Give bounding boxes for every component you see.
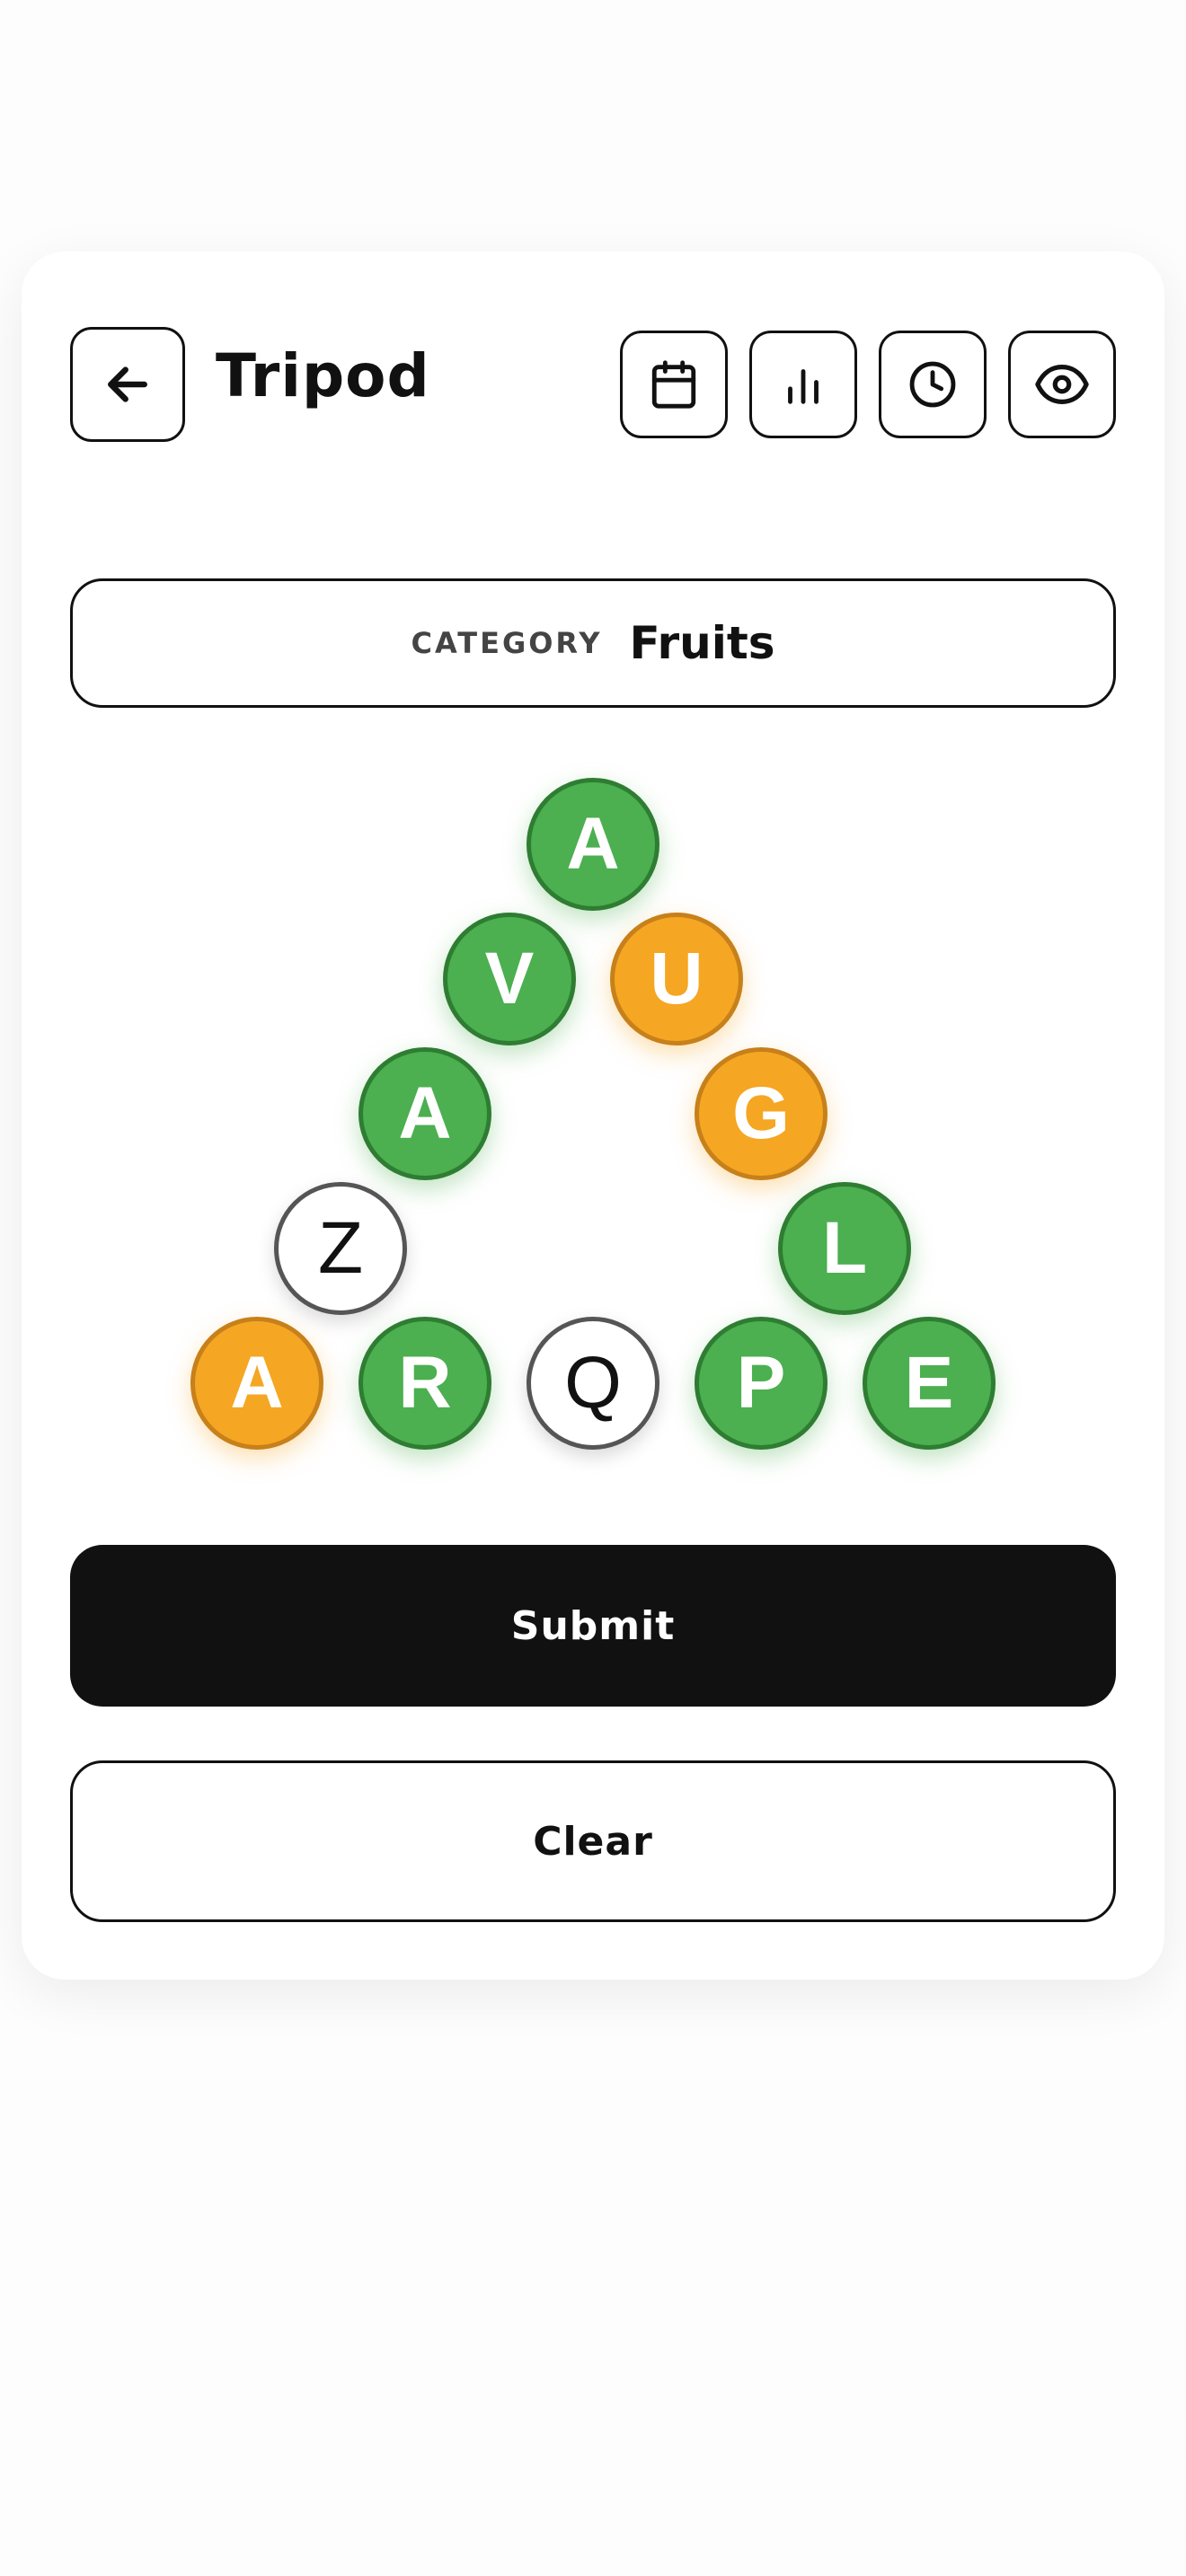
- game-card: Tripod CATEGORY Fruits A V U A G Z L A R…: [22, 251, 1164, 1980]
- letter-tile[interactable]: P: [695, 1317, 828, 1450]
- back-button[interactable]: [70, 327, 185, 442]
- category-label: CATEGORY: [411, 626, 603, 660]
- calendar-icon: [651, 360, 696, 409]
- history-button[interactable]: [879, 331, 987, 438]
- page-title: Tripod: [216, 341, 430, 410]
- clear-button[interactable]: Clear: [70, 1760, 1116, 1922]
- category-value: Fruits: [629, 617, 775, 669]
- eye-icon: [1035, 365, 1089, 404]
- stats-icon: [788, 369, 819, 404]
- letter-tile[interactable]: A: [358, 1047, 491, 1180]
- letter-tile[interactable]: G: [695, 1047, 828, 1180]
- calendar-button[interactable]: [620, 331, 728, 438]
- back-arrow-icon: [108, 366, 147, 402]
- letter-tile[interactable]: L: [778, 1182, 911, 1315]
- reveal-button[interactable]: [1008, 331, 1116, 438]
- letter-tile[interactable]: A: [190, 1317, 323, 1450]
- stats-button[interactable]: [749, 331, 857, 438]
- letter-tile[interactable]: V: [443, 913, 576, 1045]
- clock-icon: [909, 361, 956, 408]
- letter-tile[interactable]: U: [610, 913, 743, 1045]
- category-banner: CATEGORY Fruits: [70, 578, 1116, 708]
- letter-tile[interactable]: R: [358, 1317, 491, 1450]
- letter-tile[interactable]: Q: [527, 1317, 659, 1450]
- submit-button[interactable]: Submit: [70, 1545, 1116, 1707]
- letter-tile[interactable]: A: [527, 778, 659, 911]
- letter-tile[interactable]: E: [863, 1317, 996, 1450]
- letter-tile[interactable]: Z: [274, 1182, 407, 1315]
